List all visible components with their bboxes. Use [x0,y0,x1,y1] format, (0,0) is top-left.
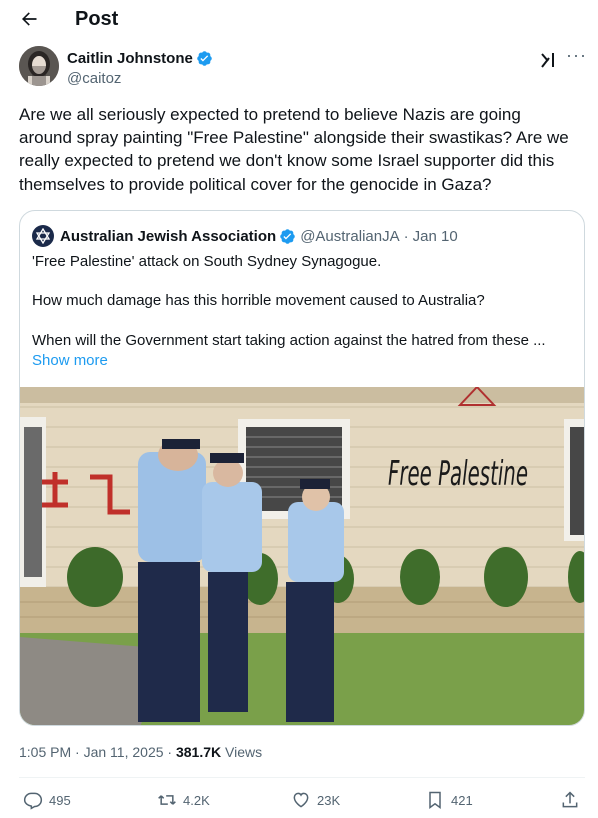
bookmark-count: 421 [451,792,473,808]
post-meta: 1:05 PM · Jan 11, 2025 · 381.7K Views [19,744,262,760]
quoted-author-handle: @AustralianJA [300,227,400,245]
post-text-line: around spray painting "Free Palestine" a… [19,128,569,148]
graffiti-text: Free Palestine [388,454,528,494]
quoted-post-photo[interactable]: Free Palestine [20,385,584,725]
grok-icon [541,53,554,68]
photo-police-at-synagogue: Free Palestine [20,385,584,725]
quoted-post[interactable]: Australian Jewish Association @Australia… [19,210,585,726]
repost-button[interactable]: 4.2K [157,790,210,810]
star-of-david-icon [35,228,51,244]
page-title: Post [75,8,119,30]
reply-icon [23,792,43,810]
separator-dot: · [167,744,173,760]
author-name-text: Caitlin Johnstone [67,50,193,67]
views-label: Views [225,744,263,760]
show-more-link[interactable]: Show more [32,352,108,369]
quoted-author-name[interactable]: Australian Jewish Association [60,228,276,245]
post-time[interactable]: 1:05 PM [19,744,71,760]
quoted-text-line: When will the Government start taking ac… [32,332,546,349]
separator-dot: · [75,744,80,760]
verified-badge [279,228,296,245]
post-author: Caitlin Johnstone @caitoz ··· [19,46,586,90]
top-bar: Post [0,0,598,40]
action-bar: 495 4.2K 23K 421 [0,790,598,816]
repost-count: 4.2K [183,792,210,808]
bookmark-button[interactable]: 421 [425,790,473,810]
bookmark-icon [429,791,441,809]
quoted-text-line: 'Free Palestine' attack on South Sydney … [32,253,382,270]
back-button[interactable] [18,8,40,30]
verified-badge-icon [280,228,295,244]
share-icon [562,791,578,808]
post-date[interactable]: Jan 11, 2025 [84,744,164,760]
quoted-avatar[interactable] [32,225,54,247]
quoted-post-header: Australian Jewish Association @Australia… [32,225,458,247]
views-count[interactable]: 381.7K [176,744,221,760]
post-text-line: themselves to provide political cover fo… [19,174,492,194]
avatar[interactable] [19,46,59,86]
like-button[interactable]: 23K [291,790,340,810]
author-handle[interactable]: @caitoz [67,70,121,87]
more-icon: ··· [566,45,587,65]
grok-button[interactable] [539,50,559,70]
share-button[interactable] [560,790,580,810]
repost-icon [158,795,176,805]
like-count: 23K [317,792,341,808]
like-icon [293,792,309,808]
post-text-line: really expected to pretend we don't know… [19,151,555,171]
post-text-line: Are we all seriously expected to pretend… [19,105,521,124]
quoted-post-date[interactable]: Jan 10 [413,228,458,245]
separator-dot: · [403,227,409,245]
quoted-text-line: How much damage has this horrible moveme… [32,292,485,309]
verified-badge-icon [197,51,212,66]
reply-count: 495 [49,792,71,808]
back-arrow-icon [22,12,37,26]
author-name[interactable]: Caitlin Johnstone [67,50,213,67]
reply-button[interactable]: 495 [23,790,71,810]
post-text: Are we all seriously expected to pretend… [19,103,584,196]
more-button[interactable]: ··· [566,45,587,68]
divider [19,777,585,778]
